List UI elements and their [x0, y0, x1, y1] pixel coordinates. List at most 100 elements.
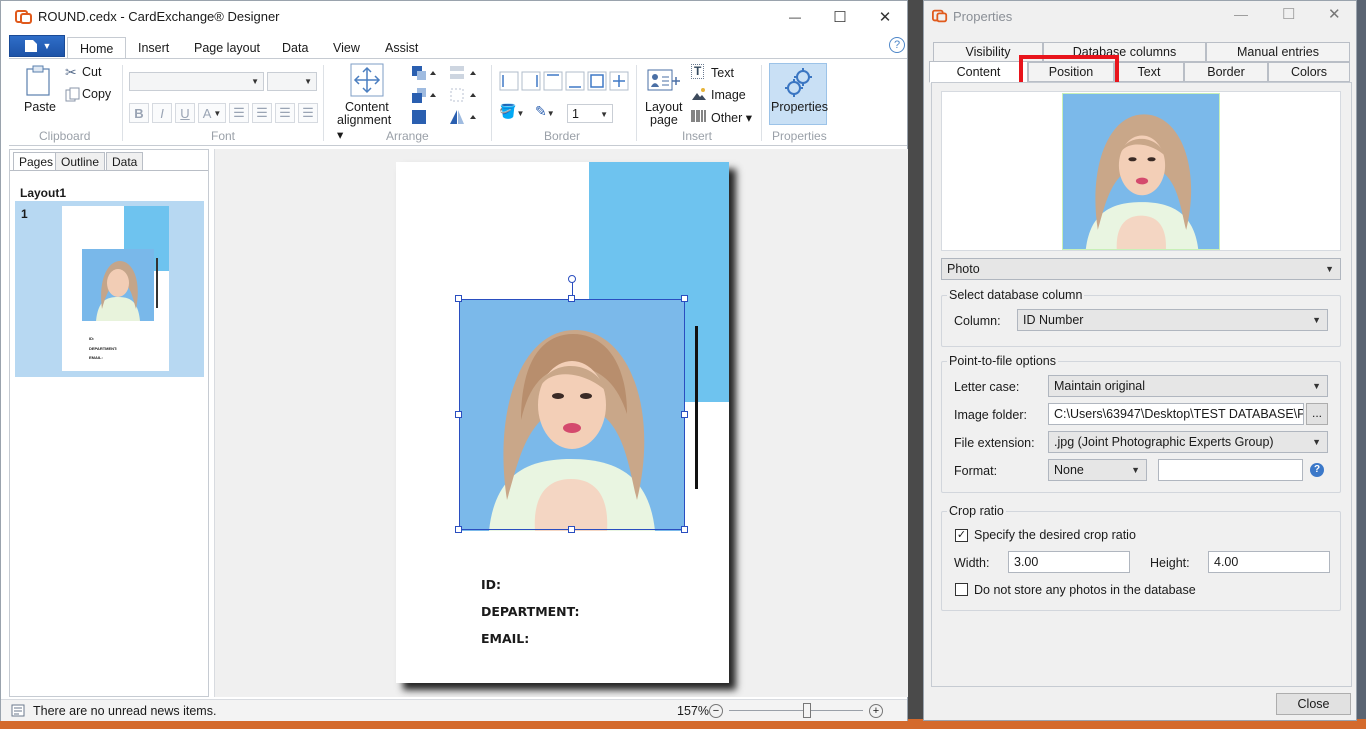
- close-button[interactable]: ✕: [865, 5, 905, 29]
- resize-handle-sw[interactable]: [455, 526, 462, 533]
- pen-icon: ✎: [535, 103, 547, 119]
- line-color-button[interactable]: ✎▼: [535, 103, 565, 123]
- justify-button[interactable]: ☰: [298, 103, 318, 123]
- zoom-slider-thumb[interactable]: [802, 703, 811, 718]
- rotate-button[interactable]: [447, 108, 479, 126]
- column-value: ID Number: [1023, 313, 1084, 327]
- column-dropdown[interactable]: ID Number ▼: [1017, 309, 1328, 331]
- align-right-button[interactable]: ☰: [275, 103, 295, 123]
- group-objects-button[interactable]: [409, 108, 429, 126]
- thumb-line: [156, 258, 158, 308]
- tab-pages[interactable]: Pages: [13, 152, 60, 171]
- browse-folder-button[interactable]: ...: [1306, 403, 1328, 425]
- group-divider: [323, 65, 324, 141]
- tab-border[interactable]: Border: [1184, 62, 1268, 82]
- card-page: ID: DEPARTMENT: EMAIL:: [396, 162, 729, 683]
- file-extension-dropdown[interactable]: .jpg (Joint Photographic Experts Group) ▼: [1048, 431, 1328, 453]
- format-text-input[interactable]: [1158, 459, 1303, 481]
- close-icon[interactable]: ✕: [1328, 5, 1341, 23]
- italic-button[interactable]: I: [152, 103, 172, 123]
- bring-forward-button[interactable]: [409, 64, 439, 82]
- paint-bucket-icon: 🪣: [499, 103, 517, 119]
- tab-content[interactable]: Content: [929, 61, 1028, 83]
- resize-handle-nw[interactable]: [455, 295, 462, 302]
- resize-handle-s[interactable]: [568, 526, 575, 533]
- content-alignment-button[interactable]: Content alignment ▾: [337, 61, 399, 142]
- align-objects-button[interactable]: [447, 64, 479, 82]
- card-text-email[interactable]: EMAIL:: [481, 631, 529, 646]
- page-thumbnail-item[interactable]: 1 ID: DEPARTMENT: EMAIL:: [15, 201, 204, 377]
- close-button[interactable]: Close: [1276, 693, 1351, 715]
- bold-button[interactable]: B: [129, 103, 149, 123]
- tab-assist[interactable]: Assist: [373, 37, 430, 59]
- tab-colors[interactable]: Colors: [1268, 62, 1350, 82]
- cut-button[interactable]: ✂ Cut: [65, 64, 123, 82]
- underline-button[interactable]: U: [175, 103, 195, 123]
- format-dropdown[interactable]: None ▼: [1048, 459, 1147, 481]
- insert-image-button[interactable]: Image: [691, 86, 751, 104]
- zoom-out-button[interactable]: −: [709, 704, 723, 718]
- letter-case-dropdown[interactable]: Maintain original ▼: [1048, 375, 1328, 397]
- paste-button[interactable]: Paste: [19, 63, 59, 119]
- tab-manual-entries[interactable]: Manual entries: [1206, 42, 1350, 62]
- tab-page-layout[interactable]: Page layout: [182, 37, 272, 59]
- layout-page-icon: [647, 69, 680, 91]
- image-source-dropdown[interactable]: Photo ▼: [941, 258, 1341, 280]
- height-input[interactable]: 4.00: [1208, 551, 1330, 573]
- font-family-dropdown[interactable]: ▼: [129, 72, 264, 91]
- resize-handle-ne[interactable]: [681, 295, 688, 302]
- ribbon-tab-row: ▼ Home Insert Page layout Data View Assi…: [1, 33, 907, 60]
- font-size-dropdown[interactable]: ▼: [267, 72, 317, 91]
- copy-button[interactable]: Copy: [65, 86, 123, 104]
- resize-handle-w[interactable]: [455, 411, 462, 418]
- insert-text-button[interactable]: T Text: [691, 64, 751, 82]
- align-left-button[interactable]: ☰: [229, 103, 249, 123]
- file-extension-value: .jpg (Joint Photographic Experts Group): [1054, 435, 1274, 449]
- properties-button[interactable]: Properties: [769, 63, 828, 125]
- no-store-checkbox[interactable]: [955, 583, 968, 596]
- layout-page-button[interactable]: Layout page: [642, 67, 686, 129]
- chevron-down-icon: ▼: [251, 77, 259, 86]
- zoom-slider-track[interactable]: [729, 710, 863, 711]
- card-text-department[interactable]: DEPARTMENT:: [481, 604, 579, 619]
- insert-other-button[interactable]: Other ▾: [691, 108, 753, 126]
- crop-ratio-checkbox[interactable]: ✓: [955, 529, 968, 542]
- maximize-button[interactable]: ☐: [820, 5, 860, 29]
- file-menu-button[interactable]: ▼: [9, 35, 65, 57]
- width-input[interactable]: 3.00: [1008, 551, 1130, 573]
- vertical-line-shape[interactable]: [695, 326, 698, 489]
- resize-handle-e[interactable]: [681, 411, 688, 418]
- copy-icon: [65, 87, 80, 102]
- maximize-button[interactable]: ☐: [1282, 5, 1295, 23]
- distribute-button[interactable]: [447, 86, 479, 104]
- tab-outline[interactable]: Outline: [55, 152, 106, 171]
- minimize-button[interactable]: —: [775, 5, 815, 29]
- tab-data[interactable]: Data: [270, 37, 320, 59]
- rotation-handle[interactable]: [568, 275, 576, 283]
- send-backward-button[interactable]: [409, 86, 439, 104]
- resize-handle-se[interactable]: [681, 526, 688, 533]
- group-divider: [491, 65, 492, 141]
- image-folder-input[interactable]: C:\Users\63947\Desktop\TEST DATABASE\Pho…: [1048, 403, 1304, 425]
- chevron-down-icon: ▼: [1312, 315, 1321, 325]
- tab-view[interactable]: View: [321, 37, 372, 59]
- help-icon[interactable]: ?: [889, 37, 905, 53]
- tab-data-panel[interactable]: Data: [106, 152, 144, 171]
- width-value: 3.00: [1014, 555, 1039, 569]
- card-text-id[interactable]: ID:: [481, 577, 501, 592]
- tab-insert[interactable]: Insert: [126, 37, 181, 59]
- minimize-button[interactable]: —: [1234, 6, 1248, 22]
- align-center-button[interactable]: ☰: [252, 103, 272, 123]
- resize-handle-n[interactable]: [568, 295, 575, 302]
- tab-underline: [10, 170, 208, 171]
- zoom-in-button[interactable]: +: [869, 704, 883, 718]
- format-label: Format:: [954, 464, 998, 478]
- fill-color-button[interactable]: 🪣▼: [499, 103, 531, 123]
- width-label: Width:: [954, 556, 990, 570]
- border-width-dropdown[interactable]: 1 ▼: [567, 104, 613, 123]
- help-icon[interactable]: ?: [1310, 463, 1324, 477]
- font-color-button[interactable]: A ▼: [198, 103, 226, 123]
- tab-home[interactable]: Home: [67, 37, 127, 60]
- tab-text[interactable]: Text: [1114, 62, 1184, 82]
- thumb-photo: [82, 249, 154, 321]
